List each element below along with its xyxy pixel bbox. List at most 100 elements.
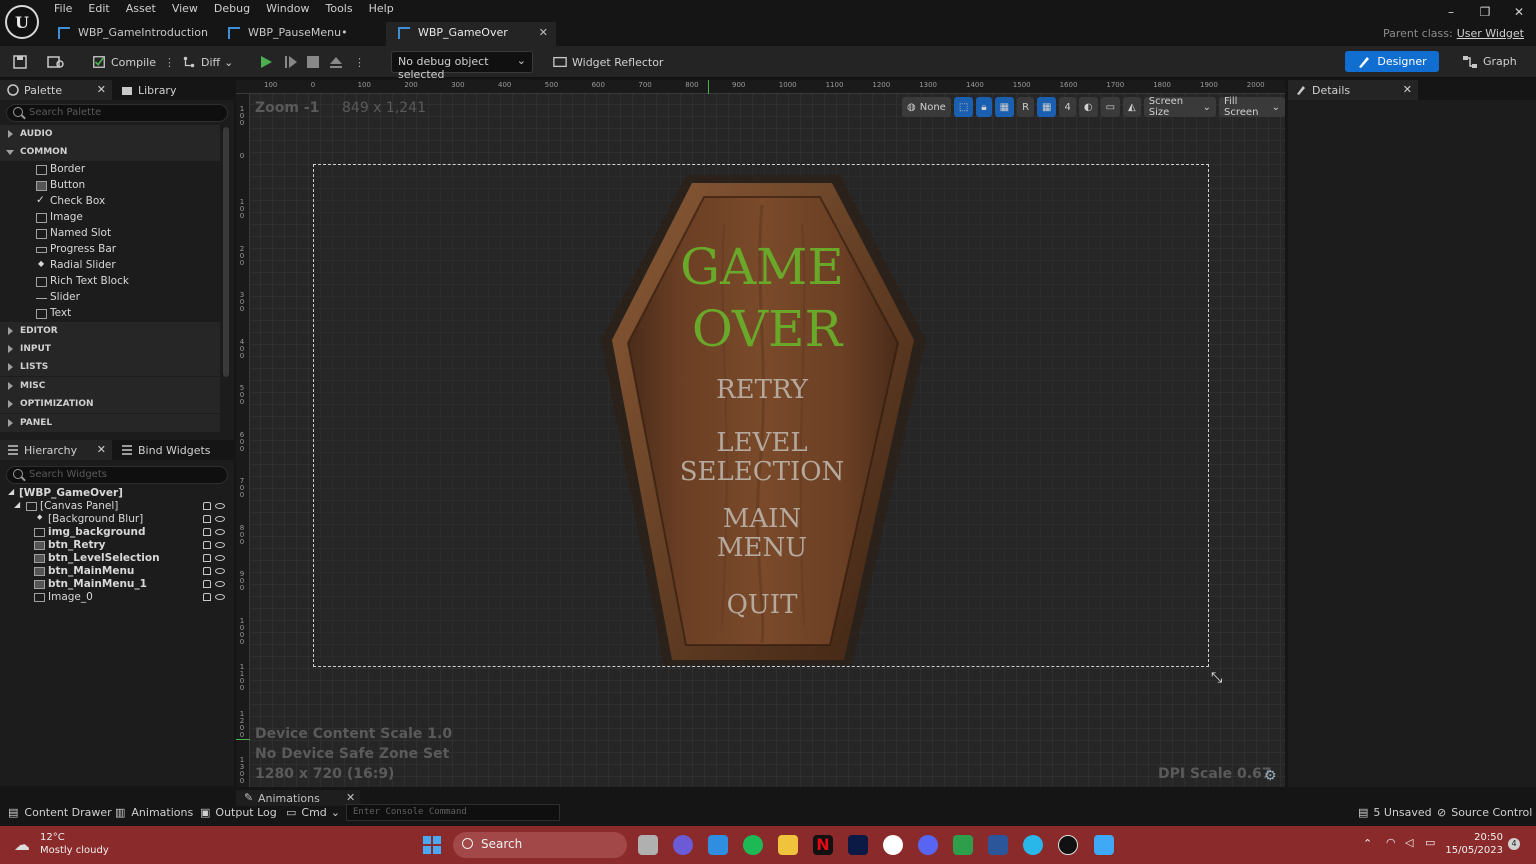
menu-window[interactable]: Window	[258, 0, 317, 18]
lock-icon[interactable]	[203, 554, 211, 562]
lock-toggle[interactable]: 🔒︎	[976, 97, 992, 117]
disney-plus-icon[interactable]	[848, 835, 868, 855]
menu-file[interactable]: File	[46, 0, 80, 18]
hierarchy-background-blur[interactable]: ◆ [Background Blur]	[34, 513, 143, 526]
close-icon[interactable]: ✕	[1403, 83, 1412, 96]
hierarchy-canvas-panel[interactable]: ◢ [Canvas Panel]	[14, 500, 118, 513]
palette-item-named-slot[interactable]: Named Slot	[36, 227, 111, 243]
netflix-icon[interactable]: N	[813, 835, 833, 855]
animations-button[interactable]: ▥ Animations	[115, 806, 193, 819]
menu-debug[interactable]: Debug	[206, 0, 258, 18]
respect-locks-toggle[interactable]: ▦	[994, 97, 1015, 117]
palette-item-slider[interactable]: Slider	[36, 291, 80, 307]
grid-snap-toggle[interactable]: ⬚	[953, 97, 974, 117]
close-icon[interactable]: ✕	[97, 443, 106, 456]
lock-icon[interactable]	[203, 567, 211, 575]
volume-icon[interactable]: ◁	[1405, 836, 1413, 849]
discord-icon[interactable]	[918, 835, 938, 855]
animations-drawer-tab[interactable]: ✎ Animations ✕	[236, 790, 360, 806]
category-editor[interactable]: EDITOR	[0, 322, 220, 340]
r-toggle[interactable]: R	[1017, 97, 1035, 117]
eye-icon[interactable]	[215, 555, 225, 561]
compile-button[interactable]: Compile ⋮	[92, 51, 175, 73]
file-explorer-icon[interactable]	[778, 835, 798, 855]
category-input[interactable]: INPUT	[0, 340, 220, 358]
close-icon[interactable]: ✕	[539, 26, 548, 39]
hierarchy-root[interactable]: ◢ [WBP_GameOver]	[8, 487, 123, 500]
palette-scrollbar[interactable]	[223, 127, 229, 377]
dpi-settings-gear-icon[interactable]: ⚙	[1264, 768, 1277, 784]
palette-item-border[interactable]: Border	[36, 163, 85, 179]
diff-button[interactable]: Diff ⌄	[182, 51, 233, 73]
compile-options-icon[interactable]: ⋮	[164, 56, 175, 69]
tab-wbp-gameintroduction[interactable]: WBP_GameIntroduction	[46, 22, 216, 46]
eye-icon[interactable]	[215, 516, 225, 522]
cmd-dropdown[interactable]: ▭ Cmd ⌄	[286, 806, 340, 819]
taskbar-search[interactable]: Search	[453, 832, 627, 858]
palette-item-rich-text-block[interactable]: Rich Text Block	[36, 275, 129, 291]
tab-wbp-gameover[interactable]: WBP_GameOver ✕	[386, 22, 556, 46]
hierarchy-btn-retry[interactable]: btn_Retry	[34, 539, 106, 552]
mail-icon[interactable]	[708, 835, 728, 855]
eye-icon[interactable]	[215, 529, 225, 535]
lock-icon[interactable]	[203, 515, 211, 523]
quit-button[interactable]: QUIT	[314, 590, 1210, 620]
eye-icon[interactable]	[215, 581, 225, 587]
photos-icon[interactable]	[1094, 835, 1114, 855]
widget-canvas[interactable]: GAME OVER RETRY LEVEL SELECTION MAIN MEN…	[313, 164, 1209, 667]
restore-button[interactable]: ❐	[1468, 0, 1502, 26]
tab-details[interactable]: Details ✕	[1288, 80, 1418, 100]
widget-reflector-button[interactable]: Widget Reflector	[553, 51, 663, 73]
close-icon[interactable]: ✕	[97, 83, 106, 96]
menu-view[interactable]: View	[164, 0, 206, 18]
category-panel[interactable]: PANEL	[0, 414, 220, 432]
retry-button[interactable]: RETRY	[314, 375, 1210, 405]
tab-library[interactable]: Library	[114, 80, 224, 100]
hierarchy-img-background[interactable]: img_background	[34, 526, 146, 539]
screen-size-dropdown[interactable]: Screen Size ⌄	[1143, 96, 1217, 118]
step-button[interactable]	[283, 51, 299, 73]
notification-badge[interactable]: 4	[1508, 838, 1520, 850]
grid-toggle[interactable]: ▦	[1037, 97, 1057, 117]
tab-wbp-pausemenu[interactable]: WBP_PauseMenu•	[216, 22, 386, 46]
minimize-button[interactable]: –	[1434, 0, 1468, 26]
unreal-engine-icon[interactable]	[1058, 835, 1078, 855]
lock-icon[interactable]	[203, 580, 211, 588]
play-options-icon[interactable]: ⋮	[354, 51, 365, 73]
grid-size-field[interactable]: 4	[1059, 97, 1076, 117]
eye-icon[interactable]	[215, 568, 225, 574]
palette-search-input[interactable]: Search Palette	[6, 104, 228, 122]
category-misc[interactable]: MISC	[0, 377, 220, 395]
hierarchy-btn-levelselection[interactable]: btn_LevelSelection	[34, 552, 160, 565]
parent-class-link[interactable]: User Widget	[1457, 27, 1524, 40]
clock-date[interactable]: 15/05/2023	[1445, 845, 1503, 856]
chevron-up-icon[interactable]: ⌃	[1363, 837, 1372, 850]
menu-asset[interactable]: Asset	[118, 0, 164, 18]
clock-time[interactable]: 20:50	[1453, 832, 1503, 843]
play-button[interactable]	[258, 51, 274, 73]
tab-hierarchy[interactable]: Hierarchy ✕	[0, 440, 112, 460]
word-icon[interactable]	[988, 835, 1008, 855]
category-lists[interactable]: LISTS	[0, 358, 220, 376]
category-optimization[interactable]: OPTIMIZATION	[0, 395, 220, 413]
palette-item-radial-slider[interactable]: ◆ Radial Slider	[36, 259, 116, 275]
preview-button[interactable]: ◐	[1078, 97, 1098, 117]
category-common[interactable]: COMMON	[0, 143, 220, 161]
debug-object-select[interactable]: No debug object selected ⌄	[391, 51, 533, 81]
unreal-logo-icon[interactable]: U	[5, 5, 39, 39]
hierarchy-btn-mainmenu-1[interactable]: btn_MainMenu_1	[34, 578, 147, 591]
chrome-icon[interactable]	[883, 835, 903, 855]
stop-button[interactable]	[306, 51, 320, 73]
lock-icon[interactable]	[203, 528, 211, 536]
close-icon[interactable]: ✕	[346, 791, 355, 804]
hierarchy-btn-mainmenu[interactable]: btn_MainMenu	[34, 565, 134, 578]
weather-desc[interactable]: Mostly cloudy	[40, 845, 109, 856]
designer-viewport[interactable]: 100 0 100 200 300 400 500 600 700 800 900 1000 1100 1…	[236, 80, 1285, 787]
task-view-icon[interactable]	[638, 835, 658, 855]
teams-chat-icon[interactable]	[673, 835, 693, 855]
save-button[interactable]	[12, 51, 28, 73]
hierarchy-search-input[interactable]: Search Widgets	[6, 466, 228, 484]
tab-palette[interactable]: Palette ✕	[0, 80, 112, 100]
palette-item-progress-bar[interactable]: Progress Bar	[36, 243, 116, 259]
eye-icon[interactable]	[215, 542, 225, 548]
